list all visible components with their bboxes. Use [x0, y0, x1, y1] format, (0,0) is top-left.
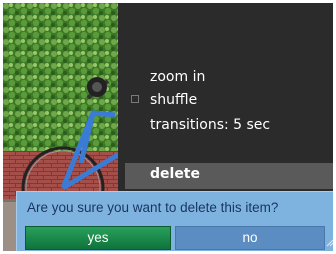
no-button[interactable]: no	[175, 226, 325, 250]
resize-grip-icon[interactable]	[326, 237, 333, 247]
menu-item-zoom-in[interactable]: zoom in	[150, 69, 205, 85]
yes-button[interactable]: yes	[25, 226, 171, 250]
shuffle-checkbox[interactable]	[131, 95, 139, 103]
dialog-message: Are you sure you want to delete this ite…	[27, 200, 279, 215]
delete-confirm-dialog: Are you sure you want to delete this ite…	[16, 191, 333, 251]
menu-item-delete[interactable]: delete	[125, 163, 333, 189]
delete-label: delete	[150, 166, 200, 182]
slideshow-screen: zoom in shuffle transitions: 5 sec delet…	[3, 3, 333, 251]
menu-item-shuffle[interactable]: shuffle	[150, 92, 197, 108]
menu-item-transitions[interactable]: transitions: 5 sec	[150, 117, 270, 133]
